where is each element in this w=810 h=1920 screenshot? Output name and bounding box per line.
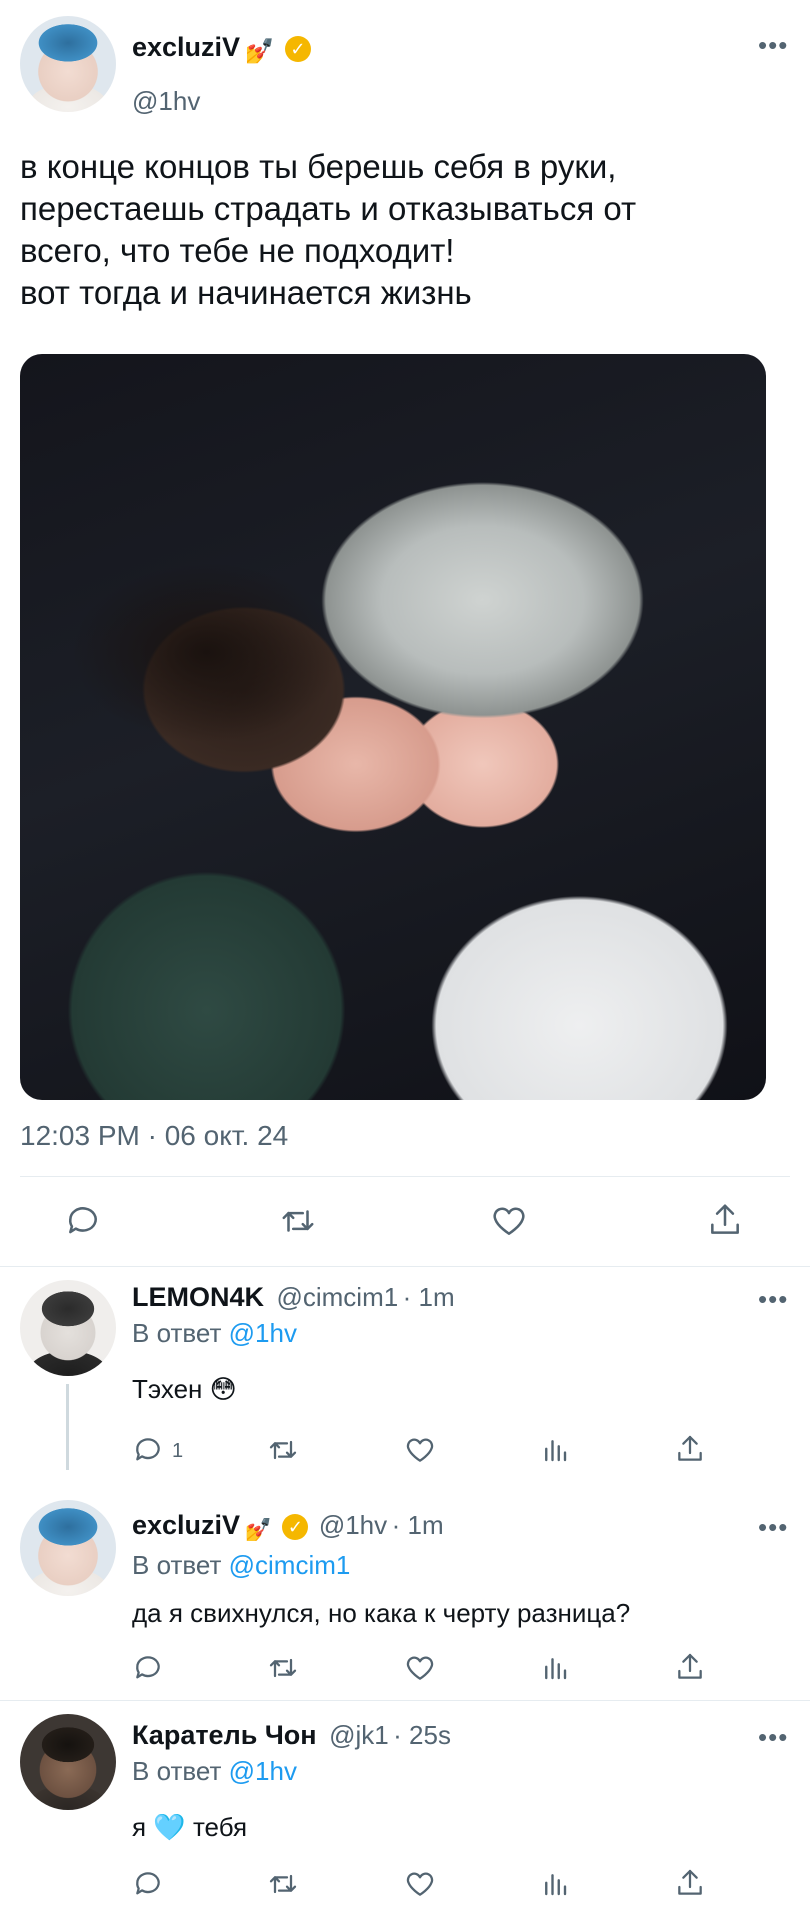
reply-author-name[interactable]: LEMON4K bbox=[132, 1282, 264, 1312]
reply-handle[interactable]: @1hv bbox=[319, 1510, 387, 1540]
views-icon[interactable] bbox=[540, 1652, 570, 1684]
tweet-photo[interactable] bbox=[20, 354, 766, 1100]
thread-line bbox=[66, 1384, 69, 1470]
author-row: excluziV 💅 ✓ bbox=[132, 32, 311, 66]
tweet-timestamp[interactable]: 12:03 PM · 06 окт. 24 bbox=[20, 1120, 288, 1152]
reply-to-link[interactable]: @cimcim1 bbox=[229, 1550, 351, 1580]
author-name[interactable]: excluziV bbox=[132, 32, 240, 62]
like-icon[interactable] bbox=[490, 1202, 528, 1240]
share-icon[interactable] bbox=[674, 1432, 706, 1466]
nail-polish-emoji: 💅 bbox=[244, 38, 275, 66]
tweet-text-line: вот тогда и начинается жизнь bbox=[20, 274, 472, 311]
reply-time: · 25s bbox=[393, 1720, 451, 1750]
reply-author-row: excluziV 💅 ✓ @1hv · 1m bbox=[132, 1510, 444, 1543]
avatar[interactable] bbox=[20, 16, 116, 112]
like-icon[interactable] bbox=[404, 1868, 436, 1900]
reply-to-line: В ответ @1hv bbox=[132, 1756, 297, 1787]
reply-icon[interactable] bbox=[132, 1868, 164, 1900]
avatar[interactable] bbox=[20, 1500, 116, 1596]
reply-to-link[interactable]: @1hv bbox=[229, 1318, 297, 1348]
more-options-icon[interactable]: ••• bbox=[758, 30, 788, 61]
views-icon[interactable] bbox=[540, 1868, 570, 1900]
reply-text: да я свихнулся, но кака к черту разница? bbox=[132, 1598, 631, 1628]
retweet-icon[interactable] bbox=[266, 1868, 300, 1900]
reply-count: 1 bbox=[172, 1440, 184, 1462]
divider bbox=[0, 1700, 810, 1701]
reply-prefix: В ответ bbox=[132, 1318, 222, 1348]
reply-author-name[interactable]: excluziV bbox=[132, 1510, 240, 1540]
reply-time: · 1m bbox=[402, 1282, 455, 1312]
reply-author-name[interactable]: Каратель Чон bbox=[132, 1720, 317, 1750]
tweet-text-line: перестаешь страдать и отказываться от bbox=[20, 190, 637, 227]
author-handle[interactable]: @1hv bbox=[132, 86, 200, 117]
reply-icon[interactable] bbox=[64, 1202, 102, 1240]
reply-to-line: В ответ @cimcim1 bbox=[132, 1550, 350, 1581]
share-icon[interactable] bbox=[674, 1866, 706, 1900]
divider bbox=[0, 1266, 810, 1267]
tweet-text: в конце концов ты берешь себя в руки, пе… bbox=[20, 146, 795, 314]
more-options-icon[interactable]: ••• bbox=[758, 1284, 788, 1315]
reply-text: Тэхен 😳 bbox=[132, 1374, 237, 1404]
reply-prefix: В ответ bbox=[132, 1756, 222, 1786]
nail-polish-emoji: 💅 bbox=[244, 1516, 272, 1542]
reply-text: я 🩵 тебя bbox=[132, 1810, 247, 1844]
reply-icon[interactable] bbox=[132, 1434, 164, 1466]
verified-badge-icon: ✓ bbox=[284, 35, 311, 62]
reply-to-link[interactable]: @1hv bbox=[229, 1756, 297, 1786]
avatar[interactable] bbox=[20, 1714, 116, 1810]
reply-author-row: LEMON4K @cimcim1 · 1m bbox=[132, 1282, 455, 1313]
reply-text-before: я bbox=[132, 1812, 147, 1842]
views-icon[interactable] bbox=[540, 1434, 570, 1466]
light-blue-heart-emoji: 🩵 bbox=[153, 1812, 186, 1842]
retweet-icon[interactable] bbox=[266, 1652, 300, 1684]
avatar[interactable] bbox=[20, 1280, 116, 1376]
more-options-icon[interactable]: ••• bbox=[758, 1722, 788, 1753]
reply-prefix: В ответ bbox=[132, 1550, 222, 1580]
reply-handle[interactable]: @cimcim1 bbox=[276, 1282, 398, 1312]
reply-author-row: Каратель Чон @jk1 · 25s bbox=[132, 1720, 451, 1751]
reply-to-line: В ответ @1hv bbox=[132, 1318, 297, 1349]
more-options-icon[interactable]: ••• bbox=[758, 1512, 788, 1543]
reply-time: · 1m bbox=[391, 1510, 444, 1540]
like-icon[interactable] bbox=[404, 1652, 436, 1684]
divider bbox=[20, 1176, 790, 1177]
reply-handle[interactable]: @jk1 bbox=[329, 1720, 389, 1750]
retweet-icon[interactable] bbox=[278, 1202, 318, 1240]
share-icon[interactable] bbox=[706, 1200, 744, 1240]
like-icon[interactable] bbox=[404, 1434, 436, 1466]
reply-icon[interactable] bbox=[132, 1652, 164, 1684]
tweet-text-line: в конце концов ты берешь себя в руки, bbox=[20, 148, 617, 185]
share-icon[interactable] bbox=[674, 1650, 706, 1684]
tweet-text-line: всего, что тебе не подходит! bbox=[20, 232, 455, 269]
retweet-icon[interactable] bbox=[266, 1434, 300, 1466]
verified-badge-icon: ✓ bbox=[282, 1513, 309, 1540]
reply-text-after: тебя bbox=[192, 1812, 248, 1842]
